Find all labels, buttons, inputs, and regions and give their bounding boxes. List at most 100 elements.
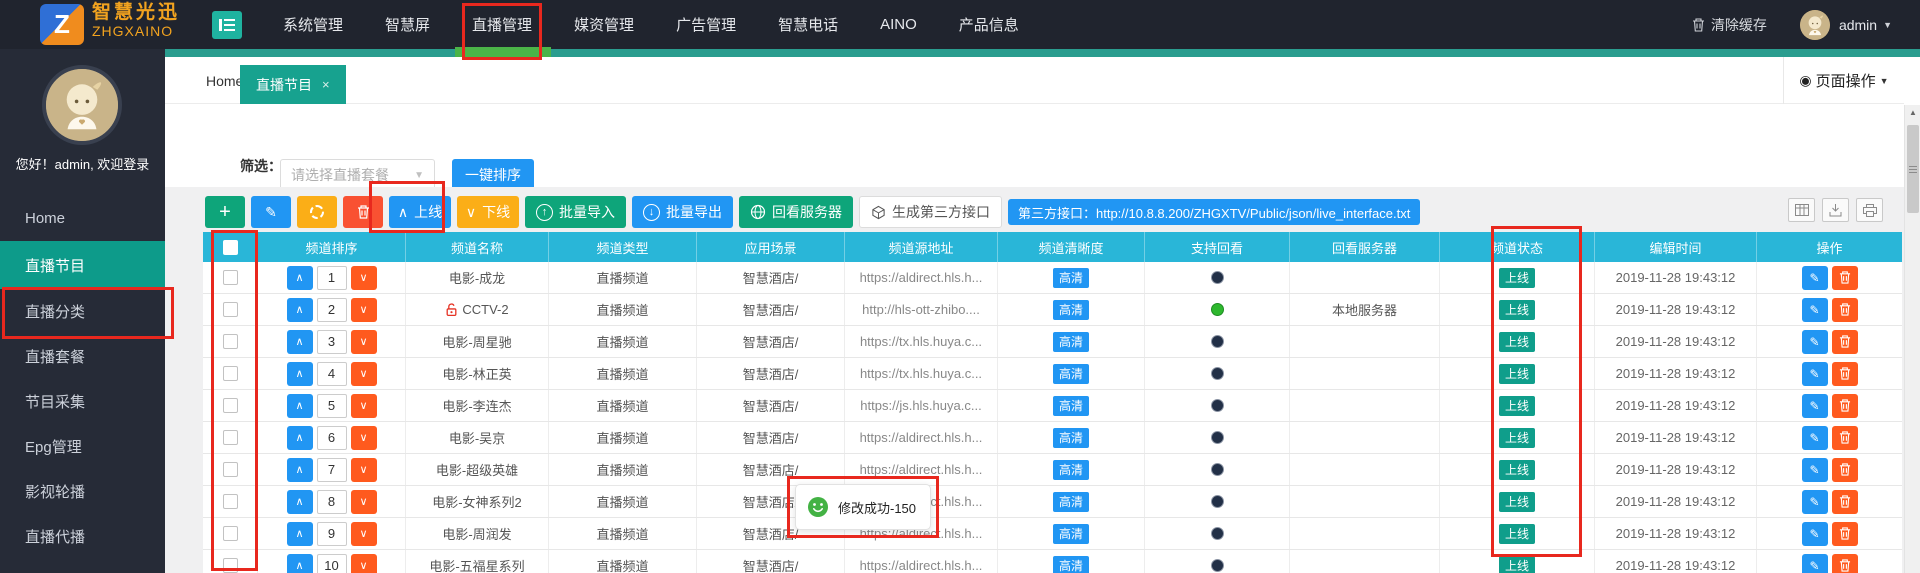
- move-down-button[interactable]: ∨: [351, 266, 377, 290]
- page-actions-button[interactable]: ◉ 页面操作 ▼: [1783, 57, 1904, 104]
- delete-button[interactable]: [1832, 522, 1858, 546]
- sidebar-item-影视轮播[interactable]: 影视轮播: [0, 469, 165, 514]
- move-down-button[interactable]: ∨: [351, 426, 377, 450]
- grid-columns-button[interactable]: [1788, 198, 1815, 222]
- row-checkbox[interactable]: [223, 462, 238, 477]
- export-button[interactable]: [1822, 198, 1849, 222]
- nav-item-AINO[interactable]: AINO: [859, 0, 938, 49]
- order-input[interactable]: 10: [317, 554, 347, 573]
- move-down-button[interactable]: ∨: [351, 458, 377, 482]
- delete-button[interactable]: [1832, 458, 1858, 482]
- delete-button[interactable]: [1832, 554, 1858, 573]
- sidebar-item-Home[interactable]: Home: [0, 196, 165, 241]
- order-input[interactable]: 5: [317, 394, 347, 418]
- edit-button[interactable]: ✎: [1802, 394, 1828, 418]
- batch-import-button[interactable]: ↑ 批量导入: [525, 196, 626, 228]
- row-checkbox[interactable]: [223, 366, 238, 381]
- move-down-button[interactable]: ∨: [351, 522, 377, 546]
- order-input[interactable]: 3: [317, 330, 347, 354]
- move-up-button[interactable]: ∧: [287, 298, 313, 322]
- move-up-button[interactable]: ∧: [287, 362, 313, 386]
- order-input[interactable]: 9: [317, 522, 347, 546]
- move-down-button[interactable]: ∨: [351, 490, 377, 514]
- logo-icon[interactable]: Z: [40, 4, 84, 45]
- move-up-button[interactable]: ∧: [287, 490, 313, 514]
- edit-button[interactable]: ✎: [1802, 362, 1828, 386]
- edit-button[interactable]: ✎: [251, 196, 291, 228]
- nav-item-媒资管理[interactable]: 媒资管理: [553, 0, 655, 49]
- sidebar-item-直播套餐[interactable]: 直播套餐: [0, 334, 165, 379]
- move-down-button[interactable]: ∨: [351, 330, 377, 354]
- edit-button[interactable]: ✎: [1802, 458, 1828, 482]
- close-icon[interactable]: ×: [322, 77, 330, 92]
- delete-button[interactable]: [1832, 330, 1858, 354]
- delete-button[interactable]: [1832, 394, 1858, 418]
- row-checkbox[interactable]: [223, 526, 238, 541]
- delete-button[interactable]: [343, 196, 383, 228]
- vertical-scrollbar[interactable]: ▲: [1904, 105, 1920, 573]
- edit-button[interactable]: ✎: [1802, 490, 1828, 514]
- row-checkbox[interactable]: [223, 398, 238, 413]
- move-up-button[interactable]: ∧: [287, 266, 313, 290]
- user-avatar[interactable]: [1800, 10, 1830, 40]
- sidebar-item-节目采集[interactable]: 节目采集: [0, 379, 165, 424]
- delete-button[interactable]: [1832, 298, 1858, 322]
- sidebar-item-直播分类[interactable]: 直播分类: [0, 289, 165, 334]
- row-checkbox[interactable]: [223, 270, 238, 285]
- move-up-button[interactable]: ∧: [287, 394, 313, 418]
- nav-item-系统管理[interactable]: 系统管理: [262, 0, 364, 49]
- move-up-button[interactable]: ∧: [287, 522, 313, 546]
- generate-api-button[interactable]: 生成第三方接口: [859, 196, 1002, 228]
- move-down-button[interactable]: ∨: [351, 394, 377, 418]
- edit-button[interactable]: ✎: [1802, 330, 1828, 354]
- order-input[interactable]: 8: [317, 490, 347, 514]
- delete-button[interactable]: [1832, 362, 1858, 386]
- print-button[interactable]: [1856, 198, 1883, 222]
- batch-export-button[interactable]: ↓ 批量导出: [632, 196, 733, 228]
- delete-button[interactable]: [1832, 426, 1858, 450]
- edit-button[interactable]: ✎: [1802, 266, 1828, 290]
- user-menu[interactable]: admin ▼: [1839, 17, 1892, 33]
- refresh-button[interactable]: [297, 196, 337, 228]
- nav-item-广告管理[interactable]: 广告管理: [655, 0, 757, 49]
- row-checkbox[interactable]: [223, 334, 238, 349]
- move-up-button[interactable]: ∧: [287, 330, 313, 354]
- order-input[interactable]: 7: [317, 458, 347, 482]
- tab-live-programs[interactable]: 直播节目 ×: [240, 65, 346, 104]
- delete-button[interactable]: [1832, 266, 1858, 290]
- move-down-button[interactable]: ∨: [351, 554, 377, 573]
- move-down-button[interactable]: ∨: [351, 362, 377, 386]
- edit-button[interactable]: ✎: [1802, 554, 1828, 573]
- offline-button[interactable]: ∨下线: [457, 196, 519, 228]
- sidebar-toggle-button[interactable]: [212, 11, 242, 39]
- sidebar-item-直播代播[interactable]: 直播代播: [0, 514, 165, 559]
- playback-server-button[interactable]: 回看服务器: [739, 196, 853, 228]
- order-input[interactable]: 6: [317, 426, 347, 450]
- delete-button[interactable]: [1832, 490, 1858, 514]
- order-input[interactable]: 2: [317, 298, 347, 322]
- order-input[interactable]: 4: [317, 362, 347, 386]
- sidebar-item-Epg管理[interactable]: Epg管理: [0, 424, 165, 469]
- edit-button[interactable]: ✎: [1802, 426, 1828, 450]
- nav-item-直播管理[interactable]: 直播管理: [451, 0, 553, 49]
- move-down-button[interactable]: ∨: [351, 298, 377, 322]
- scrollbar-thumb[interactable]: [1907, 125, 1919, 213]
- nav-item-产品信息[interactable]: 产品信息: [938, 0, 1040, 49]
- online-button[interactable]: ∧上线: [389, 196, 451, 228]
- sidebar-item-直播节目[interactable]: 直播节目: [0, 241, 165, 289]
- select-all-checkbox[interactable]: [223, 240, 238, 255]
- clear-cache-button[interactable]: 清除缓存: [1692, 15, 1767, 35]
- order-input[interactable]: 1: [317, 266, 347, 290]
- row-checkbox[interactable]: [223, 430, 238, 445]
- api-url-badge[interactable]: 第三方接口：http://10.8.8.200/ZHGXTV/Public/js…: [1008, 199, 1420, 225]
- scroll-up-arrow[interactable]: ▲: [1905, 105, 1920, 120]
- add-button[interactable]: +: [205, 196, 245, 228]
- logo[interactable]: 智慧光迅 ZHGXAINO: [92, 3, 180, 39]
- move-up-button[interactable]: ∧: [287, 458, 313, 482]
- nav-item-智慧屏[interactable]: 智慧屏: [364, 0, 451, 49]
- nav-item-智慧电话[interactable]: 智慧电话: [757, 0, 859, 49]
- move-up-button[interactable]: ∧: [287, 554, 313, 573]
- edit-button[interactable]: ✎: [1802, 298, 1828, 322]
- move-up-button[interactable]: ∧: [287, 426, 313, 450]
- row-checkbox[interactable]: [223, 302, 238, 317]
